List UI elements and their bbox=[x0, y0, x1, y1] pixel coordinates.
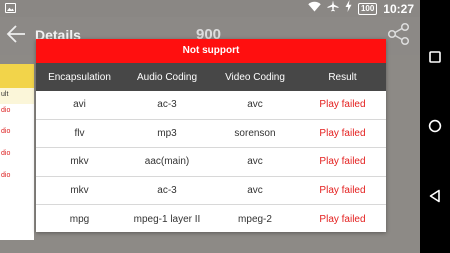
cell-video-coding: avc bbox=[247, 185, 263, 197]
background-card-row: dio bbox=[1, 150, 11, 157]
background-card-row: dio bbox=[1, 107, 11, 114]
background-card-row: dio bbox=[1, 172, 11, 179]
charging-icon bbox=[345, 0, 352, 17]
wifi-icon bbox=[308, 1, 321, 17]
table-row: mkv ac-3 avc Play failed bbox=[36, 177, 386, 206]
cell-result: Play failed bbox=[319, 156, 366, 168]
share-icon[interactable] bbox=[386, 21, 412, 47]
cell-result: Play failed bbox=[319, 185, 366, 197]
cell-result: Play failed bbox=[319, 99, 366, 111]
table-row: mpg mpeg-1 layer II mpeg-2 Play failed bbox=[36, 205, 386, 234]
column-header-video-coding: Video Coding bbox=[225, 71, 285, 83]
cell-result: Play failed bbox=[319, 127, 366, 139]
cell-audio-coding: mp3 bbox=[157, 127, 177, 139]
cell-video-coding: avc bbox=[247, 99, 263, 111]
cell-encapsulation: mkv bbox=[70, 185, 89, 197]
cell-audio-coding: ac-3 bbox=[157, 185, 177, 197]
cell-video-coding: avc bbox=[247, 156, 263, 168]
cell-audio-coding: aac(main) bbox=[144, 156, 190, 168]
cell-video-coding: sorenson bbox=[234, 127, 276, 139]
background-card-header bbox=[0, 64, 34, 88]
navigation-bar bbox=[420, 0, 450, 253]
gallery-icon bbox=[5, 3, 16, 13]
table-row: mkv aac(main) avc Play failed bbox=[36, 148, 386, 177]
cell-result: Play failed bbox=[319, 214, 366, 226]
battery-indicator: 100 bbox=[357, 2, 378, 15]
screen: 100 10:27 Details 900 ult dio dio dio di… bbox=[0, 0, 420, 253]
table-row: avi ac-3 avc Play failed bbox=[36, 91, 386, 120]
cell-encapsulation: avi bbox=[73, 99, 86, 111]
column-header-result: Result bbox=[328, 71, 357, 83]
home-circle-icon[interactable] bbox=[428, 119, 442, 138]
cell-audio-coding: ac-3 bbox=[157, 99, 177, 111]
dialog-title: Not support bbox=[36, 39, 386, 63]
background-card-row: dio bbox=[1, 128, 11, 135]
background-card-subheader: ult bbox=[0, 88, 34, 104]
back-triangle-icon[interactable] bbox=[428, 189, 442, 208]
table-row: flv mp3 sorenson Play failed bbox=[36, 120, 386, 149]
back-arrow-icon[interactable] bbox=[6, 24, 26, 48]
cell-video-coding: mpeg-2 bbox=[238, 214, 272, 226]
column-header-audio-coding: Audio Coding bbox=[136, 71, 198, 83]
cell-encapsulation: flv bbox=[74, 127, 85, 139]
airplane-icon bbox=[327, 0, 339, 17]
status-clock: 10:27 bbox=[383, 1, 414, 16]
status-bar: 100 10:27 bbox=[0, 0, 420, 17]
cell-encapsulation: mkv bbox=[70, 156, 89, 168]
not-support-dialog: Not support Encapsulation Audio Coding V… bbox=[36, 39, 386, 232]
column-header-encapsulation: Encapsulation bbox=[48, 71, 111, 83]
cell-audio-coding: mpeg-1 layer II bbox=[133, 214, 201, 226]
recents-square-icon[interactable] bbox=[428, 50, 442, 69]
cell-encapsulation: mpg bbox=[69, 214, 90, 226]
table-header: Encapsulation Audio Coding Video Coding … bbox=[36, 63, 386, 91]
